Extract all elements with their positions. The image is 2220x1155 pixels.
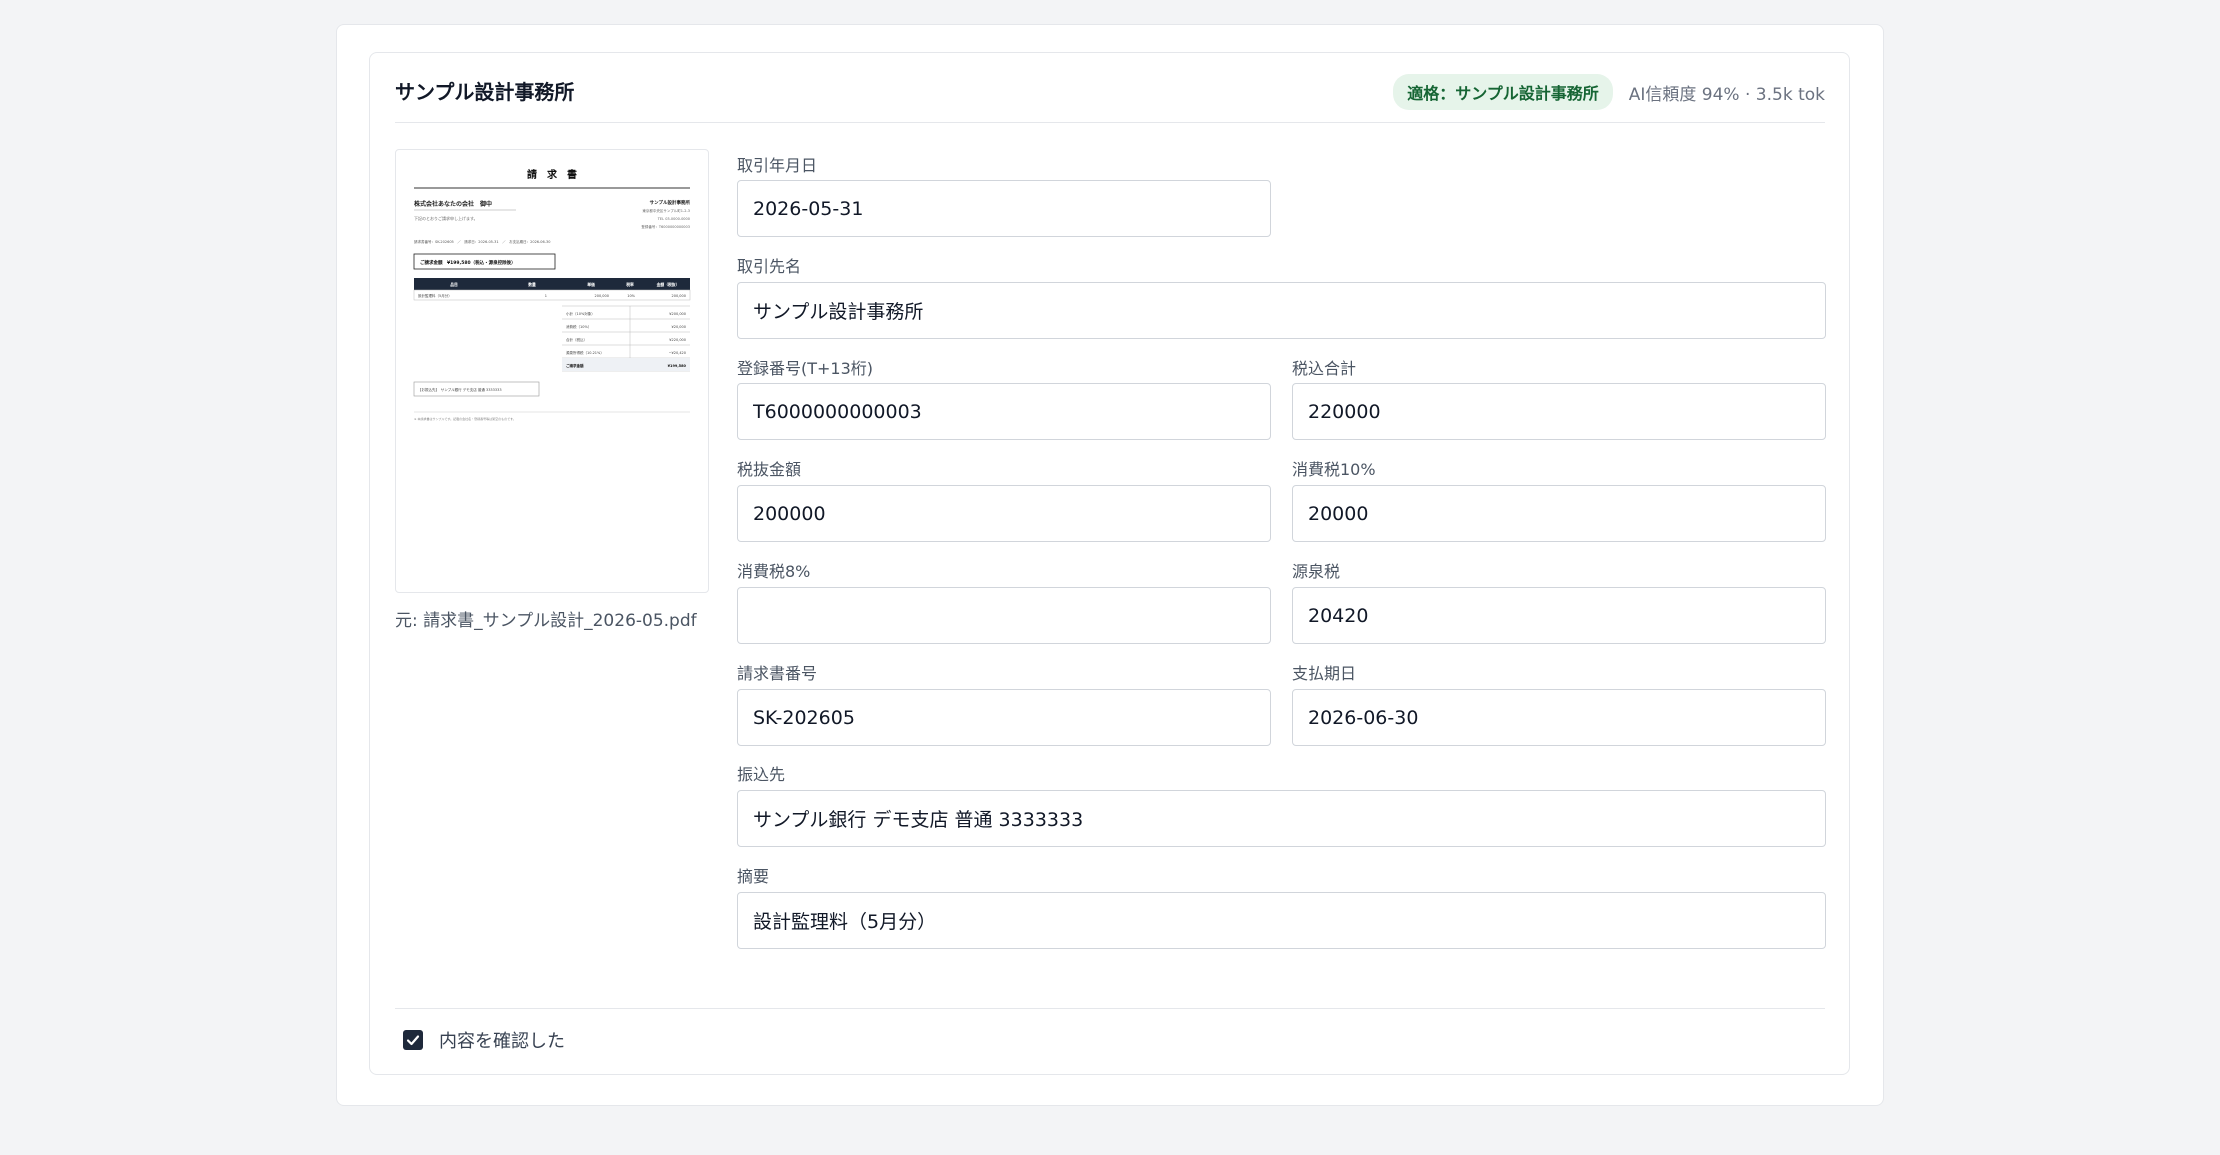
- invoice-number-input[interactable]: [737, 689, 1271, 746]
- source-file-caption: 元: 請求書_サンプル設計_2026-05.pdf: [395, 611, 697, 631]
- qualified-badge: 適格：サンプル設計事務所: [1393, 74, 1613, 110]
- registration-number-input[interactable]: [737, 383, 1271, 440]
- withholding-tax-label: 源泉税: [1292, 562, 1341, 581]
- preview-summary-label-2: 消費税（10%）: [566, 324, 591, 329]
- preview-summary-value-1: ¥200,000: [669, 312, 686, 316]
- preview-issuer-reg: 登録番号：T6000000000003: [641, 224, 690, 229]
- preview-summary-value-2: ¥20,000: [672, 325, 686, 329]
- amount-excl-tax-label: 税抜金額: [737, 460, 802, 479]
- preview-th-amount: 金額（税抜）: [656, 282, 680, 287]
- withholding-tax-input[interactable]: [1292, 587, 1826, 644]
- preview-th-qty: 数量: [527, 282, 536, 287]
- payment-due-label: 支払期日: [1292, 664, 1357, 683]
- memo-label: 摘要: [737, 867, 770, 886]
- preview-summary-value-5: ¥199,580: [668, 364, 687, 368]
- preview-issuer: サンプル設計事務所: [650, 199, 691, 206]
- preview-row-rate: 10%: [627, 294, 635, 298]
- preview-recipient: 株式会社あなたの会社 御中: [414, 200, 492, 208]
- consumption-tax-10-input[interactable]: [1292, 485, 1826, 542]
- preview-th-rate: 税率: [625, 282, 634, 287]
- preview-summary-label-5: ご請求金額: [566, 363, 584, 368]
- transaction-date-input[interactable]: [737, 180, 1271, 237]
- ai-confidence-text: AI信頼度 94% · 3.5k tok: [1628, 84, 1825, 105]
- confirm-checkbox[interactable]: [403, 1030, 423, 1050]
- card-header: サンプル設計事務所 適格：サンプル設計事務所 AI信頼度 94% · 3.5k …: [395, 72, 1825, 123]
- preview-summary-value-3: ¥220,000: [669, 338, 686, 342]
- consumption-tax-10-label: 消費税10%: [1292, 460, 1376, 479]
- preview-summary-label-3: 合計（税込）: [566, 337, 587, 342]
- preview-summary-label-4: 源泉所得税（10.21%）: [566, 350, 604, 355]
- preview-issuer-address: 東京都中央区サンプル町1-2-3: [642, 208, 690, 213]
- bank-account-label: 振込先: [737, 765, 786, 784]
- preview-amount-box: ご請求金額 ¥199,580（税込・源泉控除後）: [420, 259, 516, 266]
- vendor-name-input[interactable]: [737, 282, 1826, 339]
- memo-input[interactable]: [737, 892, 1826, 949]
- preview-row-amount: 200,000: [672, 294, 686, 298]
- preview-th-item: 品目: [450, 282, 458, 287]
- total-incl-tax-input[interactable]: [1292, 383, 1826, 440]
- transaction-date-label: 取引年月日: [737, 156, 818, 175]
- consumption-tax-8-input[interactable]: [737, 587, 1271, 644]
- header-right: 適格：サンプル設計事務所 AI信頼度 94% · 3.5k tok: [1393, 74, 1825, 110]
- payment-due-input[interactable]: [1292, 689, 1826, 746]
- preview-meta-line: 請求書番号：SK-202605 ／ 請求日：2026-05-31 ／ お支払期日…: [414, 239, 550, 244]
- confirm-row[interactable]: 内容を確認した: [403, 1027, 565, 1053]
- preview-doc-title: 請 求 書: [527, 168, 577, 181]
- preview-row-price: 200,000: [595, 294, 609, 298]
- amount-excl-tax-input[interactable]: [737, 485, 1271, 542]
- footer-divider: [395, 1008, 1825, 1009]
- preview-footnote: ※ 本請求書はサンプルです。記載の会社名・登録番号等は架空のものです。: [414, 416, 516, 421]
- preview-row-qty: 1: [545, 294, 547, 298]
- preview-issuer-tel: TEL 03-0000-0000: [657, 217, 690, 221]
- consumption-tax-8-label: 消費税8%: [737, 562, 811, 581]
- invoice-number-label: 請求書番号: [737, 664, 818, 683]
- preview-row-item: 設計監理料（5月分）: [418, 293, 452, 298]
- preview-recipient-note: 下記のとおりご請求申し上げます。: [414, 215, 478, 221]
- total-incl-tax-label: 税込合計: [1292, 359, 1357, 378]
- preview-bank-note: 【お振込先】 サンプル銀行 デモ支店 普通 3333333: [418, 387, 502, 392]
- invoice-preview[interactable]: 請 求 書 株式会社あなたの会社 御中 下記のとおりご請求申し上げます。 サンプ…: [395, 149, 709, 593]
- vendor-title: サンプル設計事務所: [395, 80, 575, 104]
- preview-summary-label-1: 小計（10%対象）: [566, 311, 595, 316]
- confirm-label: 内容を確認した: [439, 1031, 565, 1052]
- vendor-name-label: 取引先名: [737, 257, 802, 276]
- registration-number-label: 登録番号(T+13桁): [737, 359, 874, 378]
- bank-account-input[interactable]: [737, 790, 1826, 847]
- preview-summary-value-4: −¥20,420: [669, 351, 686, 355]
- preview-th-price: 単価: [587, 282, 595, 287]
- check-icon: [406, 1035, 420, 1046]
